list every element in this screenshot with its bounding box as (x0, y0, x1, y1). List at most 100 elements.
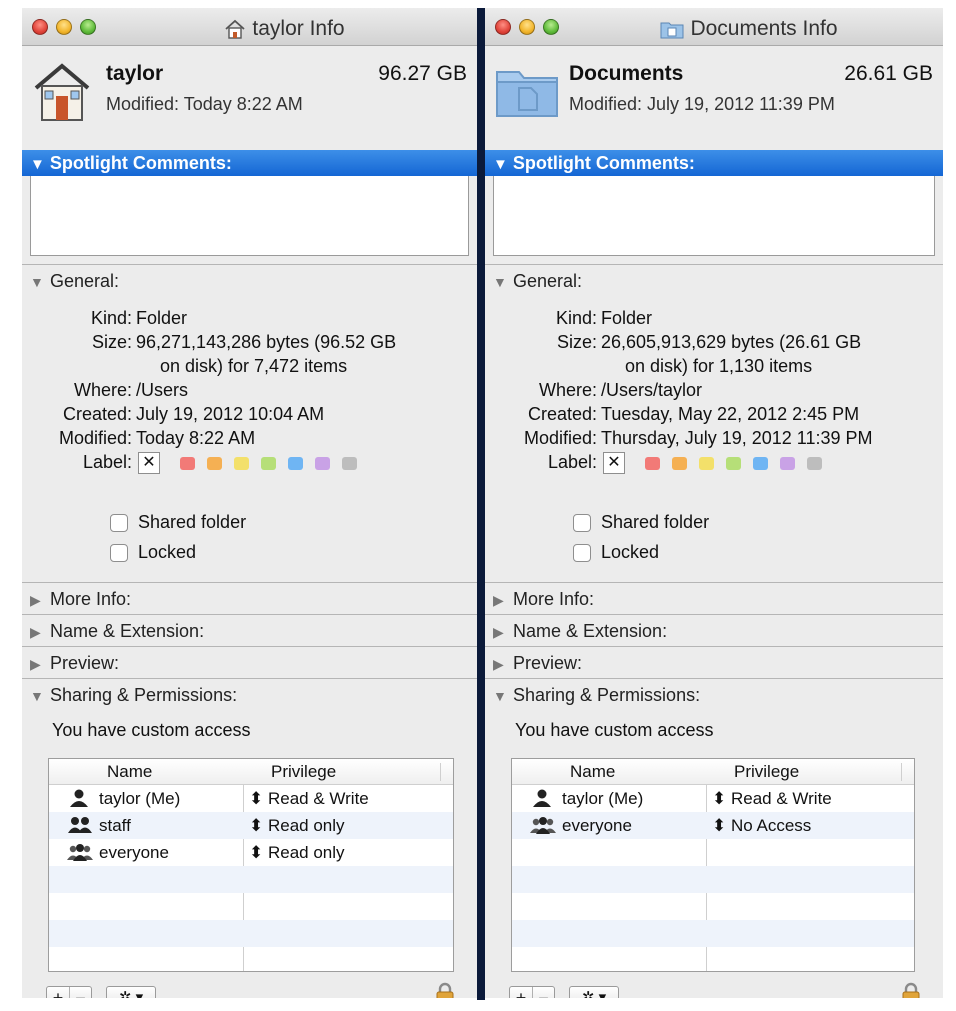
preview-section-header[interactable]: ▶ Preview: (485, 646, 943, 678)
label-blue[interactable] (753, 456, 768, 470)
column-header-name[interactable]: Name (570, 762, 615, 782)
folder-icon (660, 19, 684, 39)
label-green[interactable] (726, 456, 741, 470)
no-label-button[interactable]: ✕ (603, 452, 625, 474)
general-section: Kind: Folder Size: 26,605,913,629 bytes (2… (485, 296, 943, 582)
add-user-button[interactable]: + (47, 987, 69, 998)
group-icon (67, 816, 93, 839)
spotlight-comments-field[interactable] (493, 176, 935, 256)
disclosure-closed-icon: ▶ (493, 592, 504, 608)
spotlight-comments-header[interactable]: ▼ Spotlight Comments: (22, 150, 477, 176)
more-info-section-header[interactable]: ▶ More Info: (22, 582, 477, 614)
label-red[interactable] (645, 456, 660, 470)
item-size: 96.27 GB (378, 62, 467, 85)
modified-row: Modified: Today 8:22 AM (58, 428, 256, 448)
item-header: Documents 26.61 GB Modified: July 19, 20… (485, 46, 943, 150)
spotlight-comments-field[interactable] (30, 176, 469, 256)
home-icon (224, 19, 246, 39)
disclosure-closed-icon: ▶ (30, 592, 41, 608)
add-remove-buttons: + − (46, 986, 92, 998)
window-divider (477, 8, 485, 1000)
table-row-empty (512, 920, 914, 947)
updown-arrows-icon: ⬍ (249, 843, 264, 862)
label-yellow[interactable] (234, 456, 249, 470)
locked-checkbox[interactable]: Locked (573, 542, 659, 563)
permissions-toolbar: + − ✲ ▾ (509, 986, 619, 998)
name-extension-section-header[interactable]: ▶ Name & Extension: (485, 614, 943, 646)
label-purple[interactable] (780, 456, 795, 470)
column-header-name[interactable]: Name (107, 762, 152, 782)
general-section-header[interactable]: ▼ General: (485, 264, 943, 296)
size-row: Size: 96,271,143,286 bytes (96.52 GB (91, 332, 397, 352)
remove-user-button[interactable]: − (69, 987, 91, 998)
updown-arrows-icon: ⬍ (249, 789, 264, 808)
titlebar[interactable]: taylor Info (22, 8, 477, 46)
no-label-button[interactable]: ✕ (138, 452, 160, 474)
titlebar[interactable]: Documents Info (485, 8, 943, 46)
disclosure-closed-icon: ▶ (30, 656, 41, 672)
lock-icon[interactable] (435, 982, 455, 998)
updown-arrows-icon: ⬍ (712, 816, 727, 835)
privilege-popup[interactable]: ⬍ Read & Write (249, 789, 369, 809)
where-row: Where:/Users/taylor (538, 380, 703, 400)
label-purple[interactable] (315, 456, 330, 470)
label-green[interactable] (261, 456, 276, 470)
everyone-icon (67, 843, 93, 866)
privilege-popup[interactable]: ⬍ Read only (249, 816, 345, 836)
single-user-icon (67, 789, 91, 812)
label-yellow[interactable] (699, 456, 714, 470)
table-row[interactable]: taylor (Me) ⬍ Read & Write (512, 785, 914, 812)
disclosure-open-icon: ▼ (30, 688, 44, 704)
checkbox[interactable] (573, 543, 591, 562)
shared-folder-checkbox[interactable]: Shared folder (110, 512, 246, 533)
remove-user-button[interactable]: − (532, 987, 554, 998)
checkbox[interactable] (573, 513, 591, 532)
label-gray[interactable] (342, 456, 357, 470)
label-orange[interactable] (207, 456, 222, 470)
lock-icon[interactable] (901, 982, 921, 998)
table-row-empty (512, 866, 914, 893)
table-row[interactable]: everyone ⬍ Read only (49, 839, 453, 866)
documents-folder-icon (495, 58, 559, 123)
add-user-button[interactable]: + (510, 987, 532, 998)
updown-arrows-icon: ⬍ (712, 789, 727, 808)
disclosure-open-icon: ▼ (493, 156, 508, 173)
shared-folder-checkbox[interactable]: Shared folder (573, 512, 709, 533)
column-header-privilege[interactable]: Privilege (734, 762, 799, 782)
label-orange[interactable] (672, 456, 687, 470)
more-info-section-header[interactable]: ▶ More Info: (485, 582, 943, 614)
label-red[interactable] (180, 456, 195, 470)
sharing-permissions-section: You have custom access Name Privilege ta… (485, 710, 943, 998)
checkbox[interactable] (110, 543, 128, 562)
sharing-permissions-section-header[interactable]: ▼ Sharing & Permissions: (485, 678, 943, 710)
privilege-popup[interactable]: ⬍ Read & Write (712, 789, 832, 809)
label-blue[interactable] (288, 456, 303, 470)
privilege-popup[interactable]: ⬍ Read only (249, 843, 345, 863)
action-menu-button[interactable]: ✲ ▾ (106, 986, 156, 998)
table-row[interactable]: everyone ⬍ No Access (512, 812, 914, 839)
column-header-privilege[interactable]: Privilege (271, 762, 336, 782)
item-name: taylor (106, 62, 164, 85)
name-extension-section-header[interactable]: ▶ Name & Extension: (22, 614, 477, 646)
info-window-taylor: taylor Info taylor 96.27 GB Modified: To… (22, 8, 477, 998)
size-row-cont: on disk) for 1,130 items (625, 356, 813, 376)
locked-checkbox[interactable]: Locked (110, 542, 196, 563)
single-user-icon (530, 789, 554, 812)
gear-icon: ✲ ▾ (581, 989, 607, 998)
info-window-documents: Documents Info Documents 26.61 GB Modifi… (485, 8, 943, 998)
privilege-popup[interactable]: ⬍ No Access (712, 816, 811, 836)
spotlight-comments-header[interactable]: ▼ Spotlight Comments: (485, 150, 943, 176)
everyone-icon (530, 816, 556, 839)
sharing-permissions-section-header[interactable]: ▼ Sharing & Permissions: (22, 678, 477, 710)
general-section-header[interactable]: ▼ General: (22, 264, 477, 296)
checkbox[interactable] (110, 513, 128, 532)
disclosure-closed-icon: ▶ (493, 624, 504, 640)
label-gray[interactable] (807, 456, 822, 470)
permissions-table: Name Privilege taylor (Me) ⬍ Read & Writ… (48, 758, 454, 972)
window-title: taylor Info (22, 17, 477, 41)
preview-section-header[interactable]: ▶ Preview: (22, 646, 477, 678)
action-menu-button[interactable]: ✲ ▾ (569, 986, 619, 998)
table-row[interactable]: taylor (Me) ⬍ Read & Write (49, 785, 453, 812)
updown-arrows-icon: ⬍ (249, 816, 264, 835)
table-row[interactable]: staff ⬍ Read only (49, 812, 453, 839)
